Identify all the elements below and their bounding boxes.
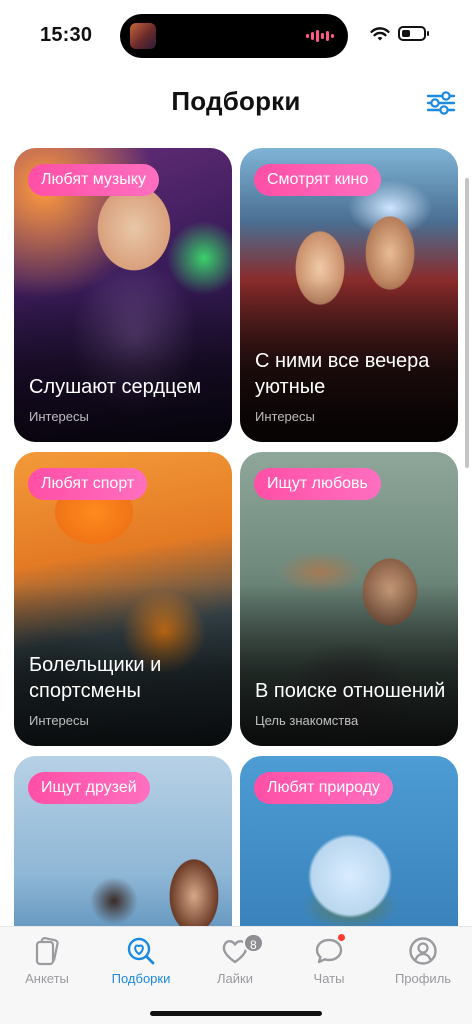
battery-icon [398, 26, 429, 41]
tab-bar: Анкеты Подборки 8 Лайки Чаты Профиль [0, 926, 472, 1024]
tab-label: Анкеты [25, 971, 69, 986]
collection-title: С ними все вечера уютные [255, 350, 430, 398]
collections-grid[interactable]: Любят музыку Слушают сердцем Интересы См… [14, 148, 458, 926]
collection-category: Интересы [255, 409, 315, 424]
page-title: Подборки [171, 86, 301, 116]
status-bar: 15:30 [0, 0, 472, 72]
collection-category: Интересы [29, 713, 89, 728]
collection-tag: Любят музыку [28, 164, 159, 196]
collection-card-nature[interactable]: Любят природу [240, 756, 458, 926]
collection-tag: Ищут друзей [28, 772, 150, 804]
status-time: 15:30 [40, 24, 93, 46]
cards-icon [35, 937, 59, 966]
collection-title: В поиске отношений [255, 680, 446, 702]
collection-tag: Смотрят кино [254, 164, 382, 196]
profile-icon [409, 937, 437, 965]
collection-category: Интересы [29, 409, 89, 424]
collection-category: Цель знакомства [255, 713, 359, 728]
tab-profiles[interactable]: Анкеты [0, 931, 94, 991]
collection-tag: Любят природу [254, 772, 394, 804]
collection-card-friends[interactable]: Ищут друзей [14, 756, 232, 926]
dynamic-island[interactable] [120, 14, 348, 58]
collection-tag: Ищут любовь [254, 468, 381, 500]
collection-title: Болельщики и спортсмены [29, 654, 162, 702]
heart-search-icon [127, 937, 155, 965]
tab-label: Подборки [111, 971, 171, 986]
scroll-indicator[interactable] [465, 178, 469, 468]
wifi-icon [370, 27, 390, 41]
tab-label: Чаты [313, 971, 345, 986]
collection-tag: Любят спорт [28, 468, 148, 500]
collection-card-love[interactable]: Ищут любовь В поиске отношений Цель знак… [240, 452, 458, 746]
tab-label: Профиль [394, 971, 452, 986]
collection-card-cinema[interactable]: Смотрят кино С ними все вечера уютные Ин… [240, 148, 458, 442]
tab-profile[interactable]: Профиль [376, 931, 470, 991]
sliders-icon[interactable] [424, 88, 458, 118]
tab-collections[interactable]: Подборки [94, 931, 188, 991]
unread-dot [338, 934, 345, 941]
home-indicator[interactable] [150, 1011, 322, 1016]
collection-card-sport[interactable]: Любят спорт Болельщики и спортсмены Инте… [14, 452, 232, 746]
collection-title: Слушают сердцем [29, 376, 202, 398]
now-playing-artwork [130, 23, 156, 49]
tab-likes[interactable]: 8 Лайки [188, 931, 282, 991]
tab-label: Лайки [217, 971, 253, 986]
collection-card-music[interactable]: Любят музыку Слушают сердцем Интересы [14, 148, 232, 442]
audio-waveform-icon [306, 29, 334, 43]
tab-chats[interactable]: Чаты [282, 931, 376, 991]
likes-count-badge: 8 [243, 933, 264, 953]
